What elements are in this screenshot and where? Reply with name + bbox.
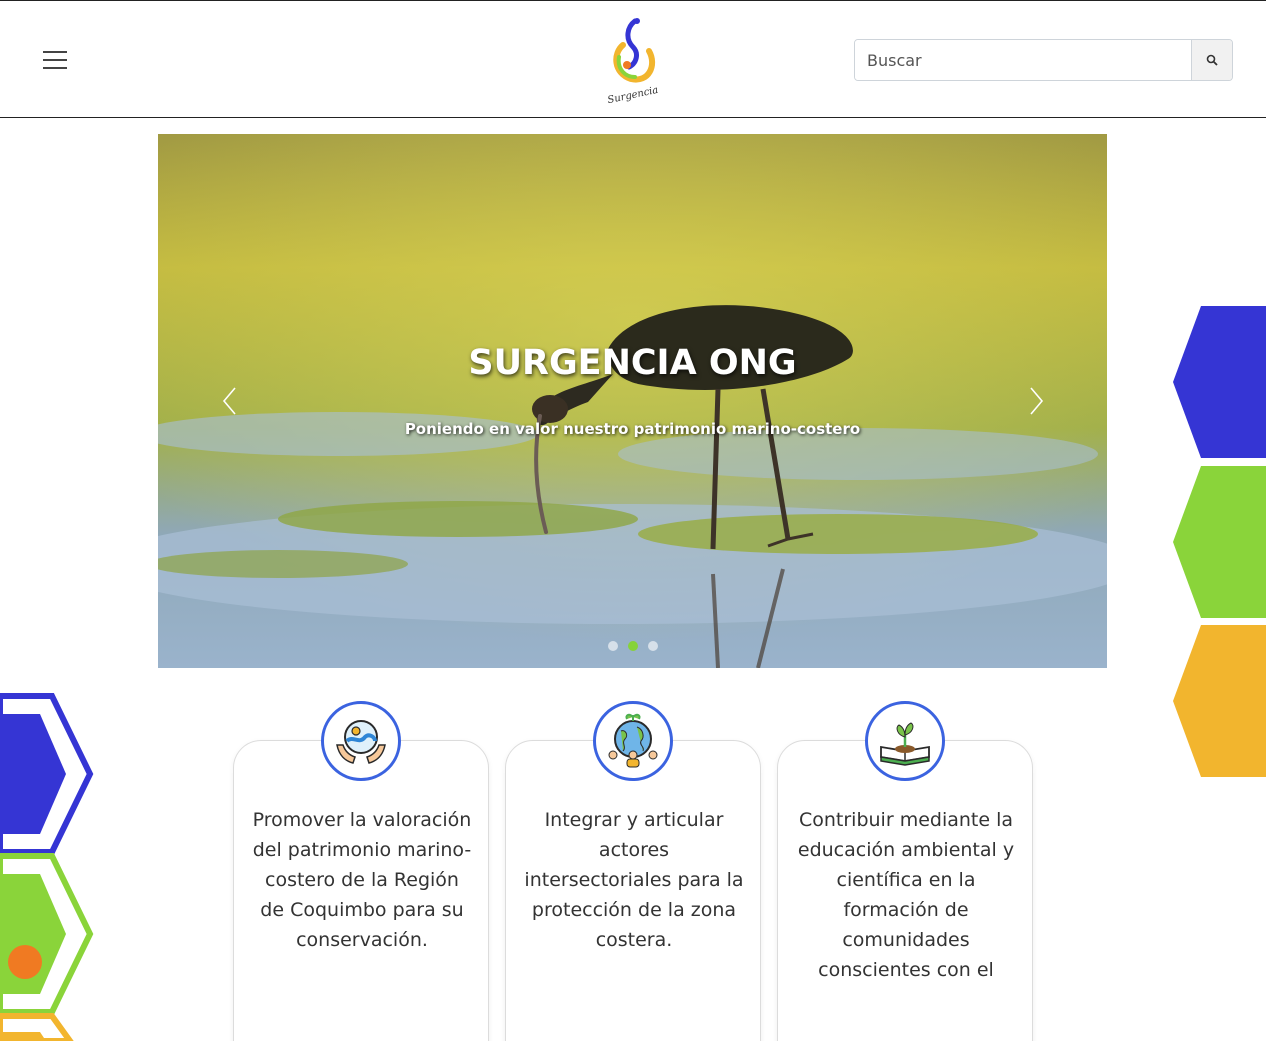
site-logo[interactable]: Surgencia [605, 17, 661, 106]
hexagon-decoration [1173, 466, 1266, 618]
search-button[interactable] [1191, 40, 1232, 80]
search-icon [1206, 54, 1218, 66]
hero-carousel: SURGENCIA ONG Poniendo en valor nuestro … [158, 134, 1107, 668]
carousel-dot-active[interactable] [628, 641, 638, 651]
chevron-right-icon [1030, 387, 1044, 415]
search-box [854, 39, 1233, 81]
carousel-next-button[interactable] [1020, 384, 1050, 418]
globe-people-icon [593, 701, 673, 781]
hands-ocean-icon [321, 701, 401, 781]
menu-icon[interactable] [43, 51, 67, 69]
objective-card: Integrar y articular actores intersector… [505, 740, 761, 1041]
carousel-prev-button[interactable] [216, 384, 246, 418]
carousel-dot[interactable] [648, 641, 658, 651]
hero-image [158, 134, 1107, 668]
carousel-subtitle: Poniendo en valor nuestro patrimonio mar… [404, 420, 861, 438]
site-header: Surgencia [0, 0, 1266, 118]
objective-card: Contribuir mediante la educación ambient… [777, 740, 1033, 1041]
card-text: Contribuir mediante la educación ambient… [797, 809, 1015, 981]
hexagon-decoration-left [0, 693, 94, 1041]
card-text: Integrar y articular actores intersector… [524, 809, 744, 951]
hexagon-decoration [1173, 625, 1266, 777]
chevron-left-icon [222, 387, 236, 415]
objective-card: Promover la valoración del patrimonio ma… [233, 740, 489, 1041]
carousel-indicators [608, 641, 658, 651]
hexagon-decoration [1173, 306, 1266, 458]
card-text: Promover la valoración del patrimonio ma… [252, 809, 472, 951]
carousel-dot[interactable] [608, 641, 618, 651]
search-input[interactable] [855, 40, 1191, 80]
carousel-title: SURGENCIA ONG [468, 343, 797, 383]
logo-mark-icon [613, 18, 656, 83]
book-sprout-icon [865, 701, 945, 781]
